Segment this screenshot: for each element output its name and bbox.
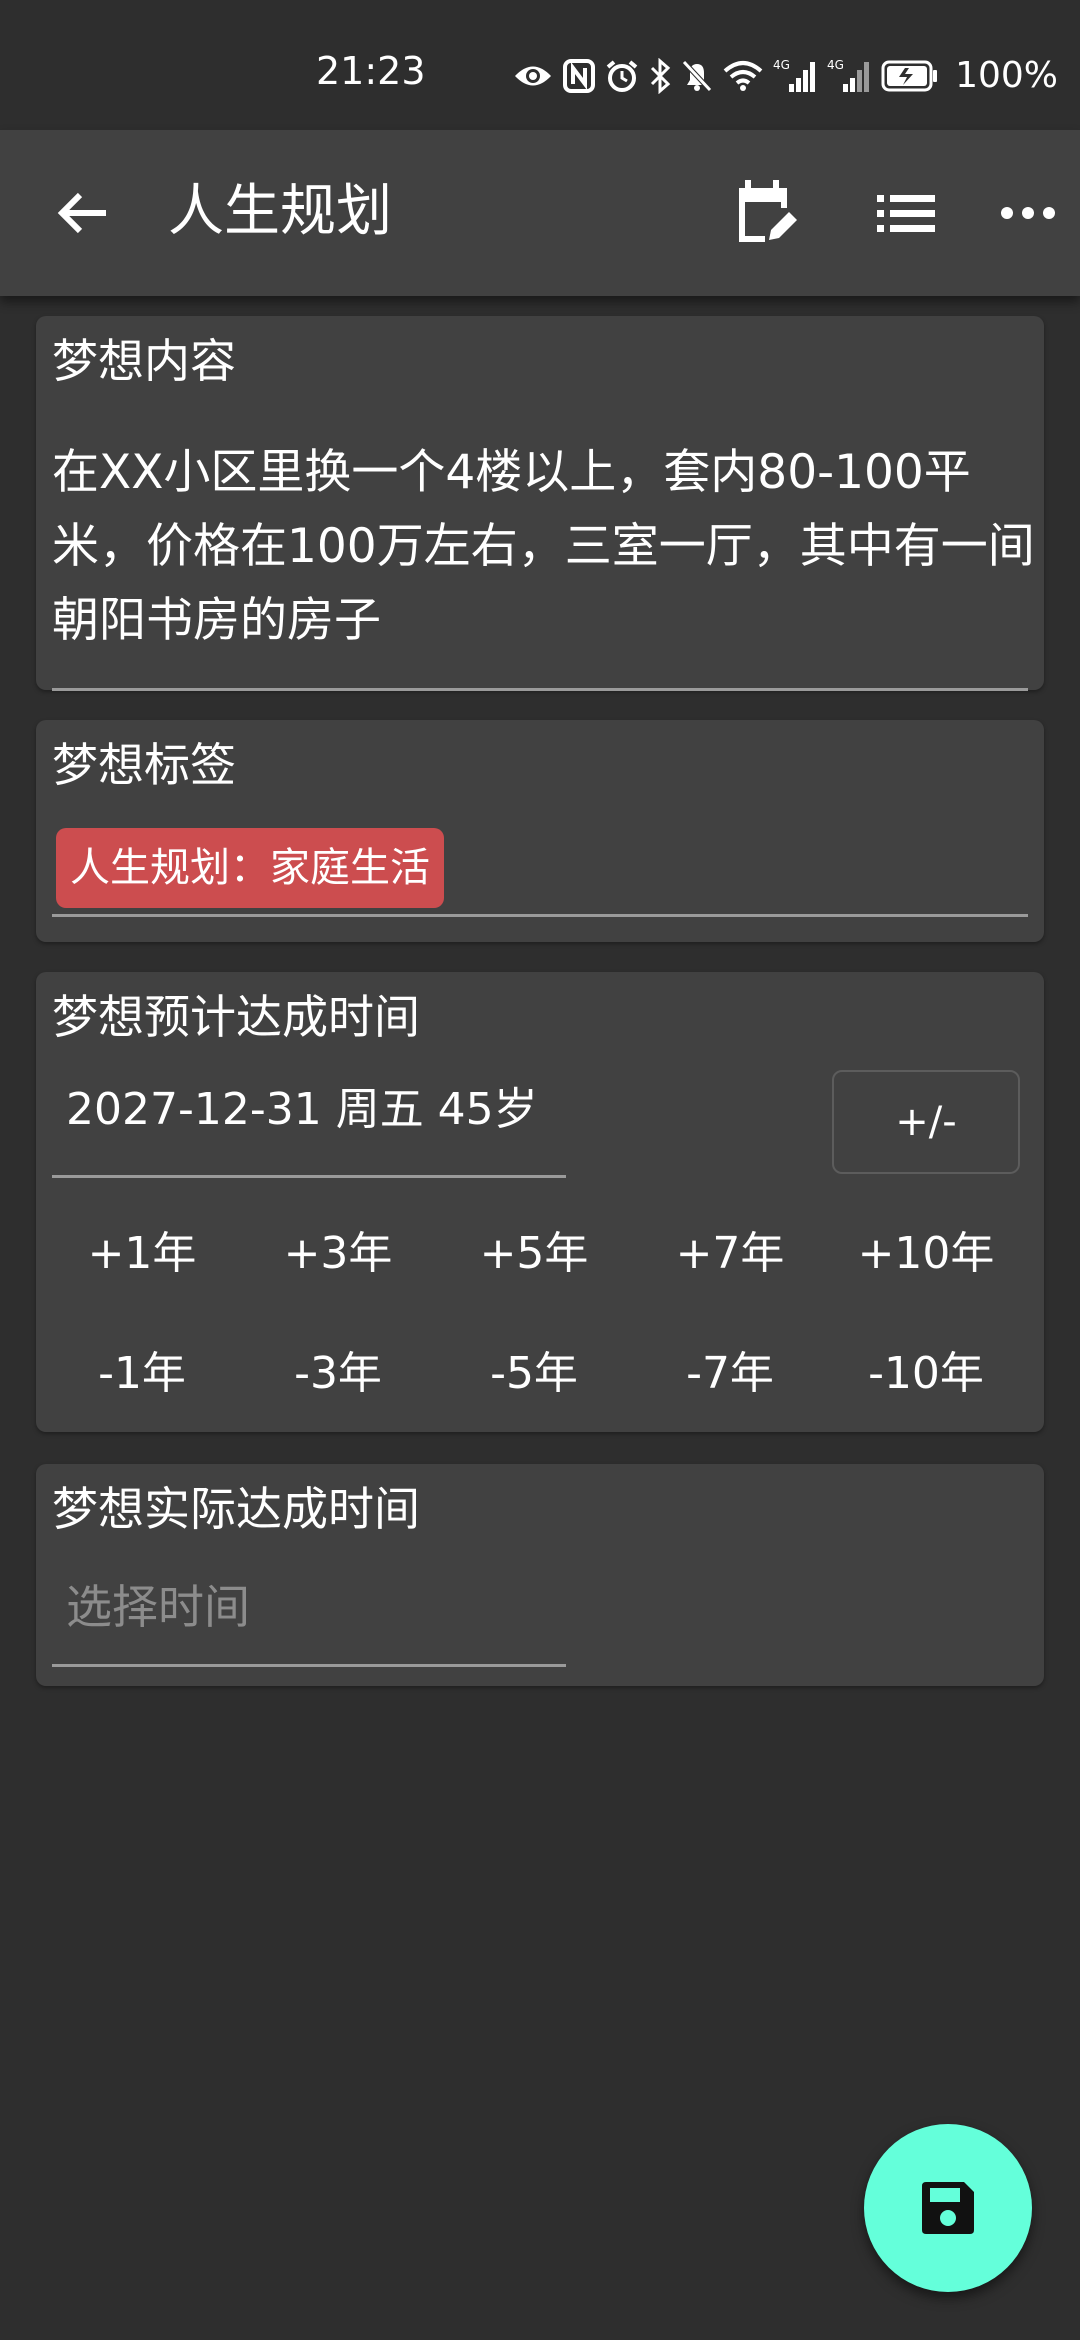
tag-chip[interactable]: 人生规划：家庭生活 xyxy=(56,828,444,908)
status-icons: 4G 4G 100% xyxy=(513,56,1058,96)
list-button[interactable] xyxy=(858,165,954,261)
calendar-edit-button[interactable] xyxy=(716,165,812,261)
nfc-icon xyxy=(563,59,596,93)
plus-minus-toggle-button[interactable]: +/- xyxy=(832,1070,1020,1174)
list-icon xyxy=(877,195,935,232)
actual-time-title: 梦想实际达成时间 xyxy=(52,1482,420,1536)
expected-date-field[interactable]: 2027-12-31 周五 45岁 xyxy=(66,1084,538,1137)
minus-years-row: -1年 -3年 -5年 -7年 -10年 xyxy=(36,1324,1044,1424)
dream-tags-title: 梦想标签 xyxy=(52,738,236,792)
battery-charging-icon xyxy=(881,60,938,92)
minus-1-year-button[interactable]: -1年 xyxy=(52,1324,232,1424)
app-bar: 人生规划 xyxy=(0,130,1080,296)
battery-percentage: 100% xyxy=(955,55,1058,96)
plus-years-row: +1年 +3年 +5年 +7年 +10年 xyxy=(36,1204,1044,1304)
save-button[interactable] xyxy=(864,2124,1032,2292)
more-button[interactable] xyxy=(980,165,1076,261)
back-button[interactable] xyxy=(34,165,130,261)
actual-date-underline xyxy=(52,1664,566,1667)
svg-text:4G: 4G xyxy=(773,58,790,72)
signal-4g-icon: 4G xyxy=(827,58,870,92)
expected-time-title: 梦想预计达成时间 xyxy=(52,990,420,1044)
page-title: 人生规划 xyxy=(168,179,392,244)
calendar-edit-icon xyxy=(739,180,797,242)
minus-5-years-button[interactable]: -5年 xyxy=(444,1324,624,1424)
dream-content-title: 梦想内容 xyxy=(52,334,236,388)
actual-date-field[interactable]: 选择时间 xyxy=(66,1580,250,1635)
plus-1-year-button[interactable]: +1年 xyxy=(52,1204,232,1304)
minus-7-years-button[interactable]: -7年 xyxy=(640,1324,820,1424)
dream-content-text[interactable]: 在XX小区里换一个4楼以上，套内80-100平米，价格在100万左右，三室一厅，… xyxy=(52,436,1042,658)
dream-content-card: 梦想内容 在XX小区里换一个4楼以上，套内80-100平米，价格在100万左右，… xyxy=(36,316,1044,691)
eye-icon xyxy=(515,66,552,86)
dream-tags-underline xyxy=(52,914,1028,917)
plus-7-years-button[interactable]: +7年 xyxy=(640,1204,820,1304)
bluetooth-icon xyxy=(651,58,671,94)
wifi-icon xyxy=(723,61,763,91)
alarm-icon xyxy=(606,60,638,92)
back-arrow-icon xyxy=(57,192,106,234)
expected-time-card: 梦想预计达成时间 2027-12-31 周五 45岁 +/- +1年 +3年 +… xyxy=(36,972,1044,1432)
bell-off-icon xyxy=(682,60,712,92)
svg-text:4G: 4G xyxy=(827,58,844,72)
minus-10-years-button[interactable]: -10年 xyxy=(836,1324,1016,1424)
save-icon xyxy=(922,2182,974,2234)
status-time: 21:23 xyxy=(316,49,426,93)
minus-3-years-button[interactable]: -3年 xyxy=(248,1324,428,1424)
signal-4g-icon: 4G xyxy=(773,58,816,92)
plus-5-years-button[interactable]: +5年 xyxy=(444,1204,624,1304)
dream-content-underline xyxy=(52,688,1028,691)
expected-date-underline xyxy=(52,1175,566,1178)
more-icon xyxy=(1001,207,1055,219)
plus-3-years-button[interactable]: +3年 xyxy=(248,1204,428,1304)
status-bar: 21:23 4G 4G 100% xyxy=(0,0,1080,130)
actual-time-card: 梦想实际达成时间 选择时间 xyxy=(36,1464,1044,1686)
plus-10-years-button[interactable]: +10年 xyxy=(836,1204,1016,1304)
dream-tags-card: 梦想标签 人生规划：家庭生活 xyxy=(36,720,1044,942)
